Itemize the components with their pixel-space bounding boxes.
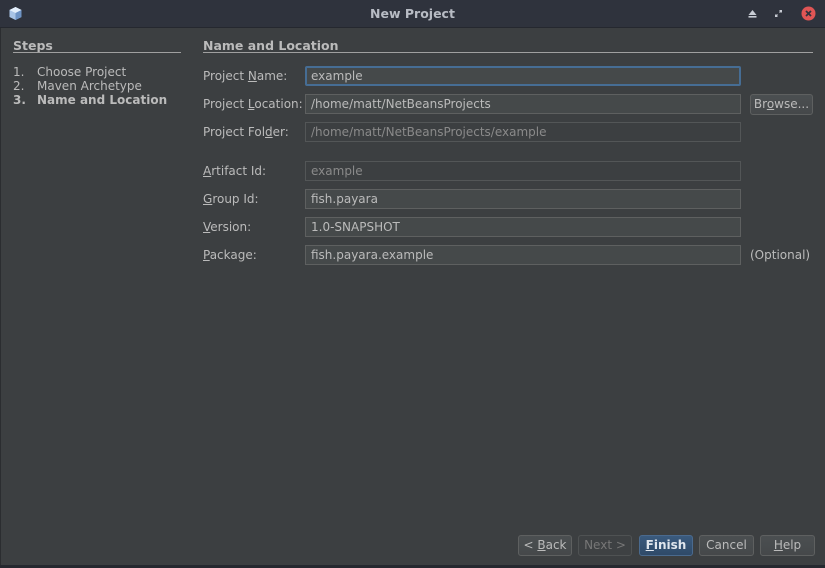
next-button: Next > [578, 535, 632, 556]
step-number: 1. [13, 65, 25, 79]
restore-icon[interactable] [771, 6, 786, 21]
title-bar: New Project [0, 0, 825, 28]
eject-icon[interactable] [745, 6, 760, 21]
project-location-input[interactable] [305, 94, 741, 114]
browse-button[interactable]: Browse... [750, 94, 813, 115]
close-icon[interactable] [801, 6, 816, 21]
package-optional-hint: (Optional) [750, 248, 811, 262]
project-name-input[interactable] [305, 66, 741, 86]
version-label: Version: [203, 220, 252, 234]
window-title: New Project [370, 6, 455, 21]
group-id-input[interactable] [305, 189, 741, 209]
package-input[interactable] [305, 245, 741, 265]
step-label: Name and Location [37, 93, 168, 107]
steps-heading: Steps [13, 38, 53, 53]
step-number: 3. [13, 93, 26, 107]
cancel-button[interactable]: Cancel [699, 535, 754, 556]
back-button[interactable]: < Back [518, 535, 572, 556]
group-id-label: Group Id: [203, 192, 259, 206]
steps-divider [13, 52, 181, 53]
step-name-and-location: 3. Name and Location [13, 93, 167, 107]
project-folder-label: Project Folder: [203, 125, 289, 139]
step-label: Choose Project [37, 65, 127, 79]
project-location-label: Project Location: [203, 97, 303, 111]
step-label: Maven Archetype [37, 79, 142, 93]
section-divider [203, 52, 813, 53]
step-choose-project: 1. Choose Project [13, 65, 126, 79]
project-name-label: Project Name: [203, 69, 288, 83]
finish-button[interactable]: Finish [639, 535, 693, 556]
version-input[interactable] [305, 217, 741, 237]
step-number: 2. [13, 79, 25, 93]
artifact-id-input [305, 161, 741, 181]
step-maven-archetype: 2. Maven Archetype [13, 79, 142, 93]
project-folder-input [305, 122, 741, 142]
window-frame-left [0, 28, 1, 568]
help-button[interactable]: Help [760, 535, 815, 556]
package-label: Package: [203, 248, 257, 262]
artifact-id-label: Artifact Id: [203, 164, 267, 178]
section-heading: Name and Location [203, 38, 339, 53]
